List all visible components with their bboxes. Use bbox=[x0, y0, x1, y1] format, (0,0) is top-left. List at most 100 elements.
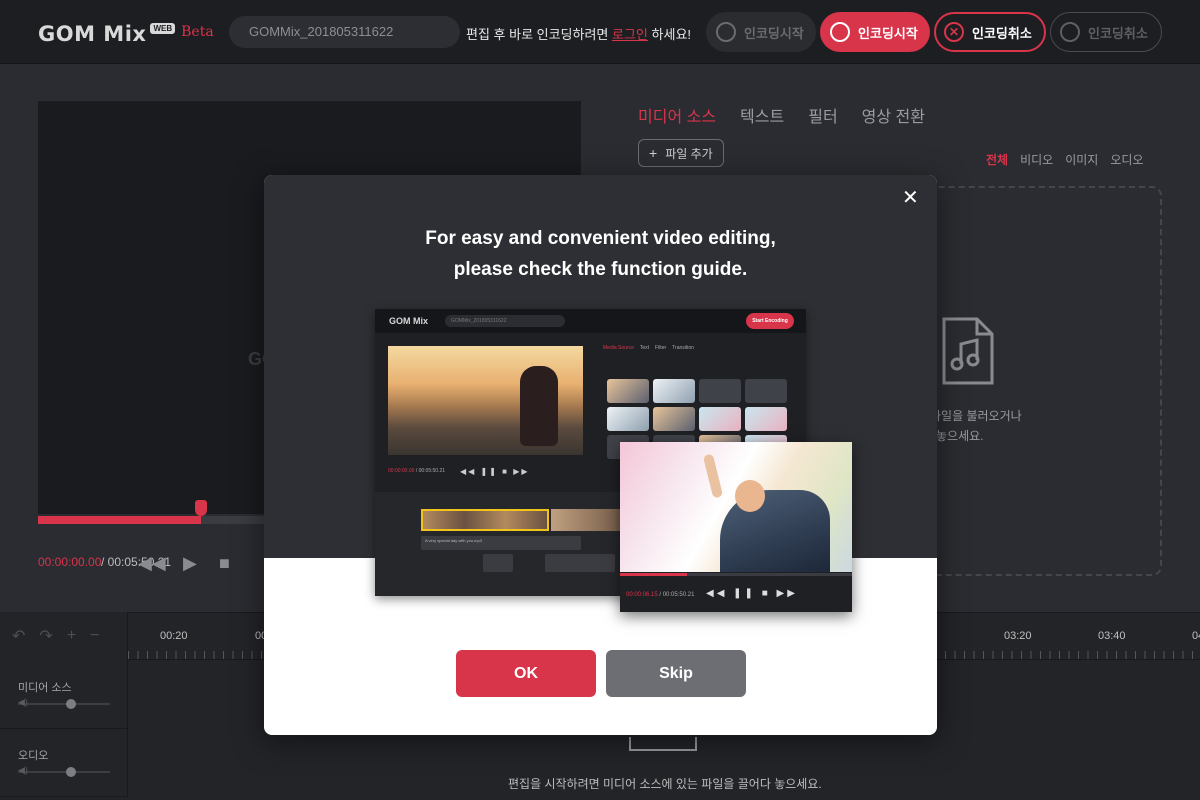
button-label: 인코딩취소 bbox=[972, 25, 1032, 41]
guide-thumb bbox=[607, 407, 649, 431]
guide-tab: Filter bbox=[655, 345, 667, 351]
app-logo[interactable]: GOM Mix WEB Beta bbox=[38, 22, 214, 46]
guide-zoomed-player: 00:00:06.15 / 00:05:50.21 ◀◀ ❚❚ ■ ▶▶ bbox=[620, 442, 852, 612]
login-suffix: 하세요! bbox=[647, 27, 692, 42]
guide-thumb bbox=[699, 407, 741, 431]
guide-time-current: 00:00:00.00 bbox=[388, 468, 415, 474]
guide-header: GOM Mix GOMMix_201805311622 Start Encodi… bbox=[375, 309, 806, 333]
guide-clip bbox=[551, 509, 631, 531]
zoom-out-icon[interactable]: − bbox=[90, 627, 99, 645]
cancel-encoding-button-disabled[interactable]: 인코딩취소 bbox=[1050, 12, 1162, 52]
guide-time-total: / 00:05:50.21 bbox=[415, 468, 446, 474]
preview-progress-handle[interactable] bbox=[194, 500, 207, 516]
filter-video[interactable]: 비디오 bbox=[1020, 151, 1053, 168]
skip-button[interactable]: Skip bbox=[606, 650, 746, 697]
guide-zoom-time-total: / 00:05:50.21 bbox=[659, 592, 695, 598]
film-reel-icon bbox=[830, 22, 850, 42]
timeline-hint: 편집을 시작하려면 미디어 소스에 있는 파일을 끌어다 놓으세요. bbox=[508, 777, 822, 791]
filter-all[interactable]: 전체 bbox=[986, 151, 1008, 168]
audio-file-icon bbox=[942, 317, 994, 385]
filter-audio[interactable]: 오디오 bbox=[1110, 151, 1143, 168]
track-volume-slider[interactable]: ◀) bbox=[18, 697, 110, 709]
guide-selected-clip bbox=[421, 509, 549, 531]
guide-encoding-button: Start Encoding bbox=[746, 313, 794, 329]
track-label: 미디어 소스 bbox=[18, 682, 72, 694]
guide-video-frame bbox=[388, 346, 583, 455]
button-label: 인코딩시작 bbox=[858, 25, 918, 41]
guide-kid-head bbox=[735, 480, 765, 512]
start-encoding-button[interactable]: 인코딩시작 bbox=[820, 12, 930, 52]
guide-tab: Transition bbox=[672, 345, 694, 351]
play-icon[interactable]: ▶ bbox=[183, 553, 197, 574]
redo-icon[interactable]: ↷ bbox=[39, 626, 52, 646]
modal-title-line2: please check the function guide. bbox=[453, 259, 748, 280]
film-reel-icon bbox=[1060, 22, 1080, 42]
ruler-tick: 03:20 bbox=[1004, 630, 1032, 642]
guide-thumb bbox=[653, 379, 695, 403]
guide-tabs: Media Source Text Filter Transition bbox=[603, 345, 700, 351]
track-audio: 오디오 ◀) bbox=[0, 729, 128, 797]
ruler-tick: 00:20 bbox=[160, 630, 188, 642]
guide-text-clip bbox=[545, 554, 615, 572]
guide-time: 00:00:00.00 / 00:05:50.21 bbox=[388, 468, 445, 474]
login-link[interactable]: 로그인 bbox=[612, 27, 648, 42]
guide-zoom-progress bbox=[620, 573, 852, 576]
modal-title-line1: For easy and convenient video editing, bbox=[425, 228, 776, 249]
stop-icon[interactable]: ■ bbox=[219, 553, 230, 574]
tab-transition[interactable]: 영상 전환 bbox=[862, 103, 925, 127]
guide-tab: Text bbox=[639, 345, 650, 351]
button-label: 인코딩취소 bbox=[1088, 25, 1148, 41]
guide-text-clip bbox=[483, 554, 513, 572]
guide-zoom-image bbox=[620, 442, 852, 572]
preview-progress-fill bbox=[38, 516, 201, 524]
ok-button[interactable]: OK bbox=[456, 650, 596, 697]
filter-image[interactable]: 이미지 bbox=[1065, 151, 1098, 168]
guide-logo: GOM Mix bbox=[389, 316, 429, 326]
timeline-toolbar: ↶ ↷ + − bbox=[0, 612, 128, 660]
guide-zoom-progress-fill bbox=[620, 573, 688, 576]
guide-project-name: GOMMix_201805311622 bbox=[445, 315, 565, 327]
track-label: 오디오 bbox=[18, 750, 49, 762]
tab-media-source[interactable]: 미디어 소스 bbox=[638, 103, 716, 127]
guide-zoom-controls: ◀◀ ❚❚ ■ ▶▶ bbox=[706, 588, 798, 599]
close-icon[interactable]: ✕ bbox=[902, 188, 919, 208]
drop-text-line2: 놓으세요. bbox=[936, 429, 984, 443]
guide-thumb bbox=[745, 379, 787, 403]
login-message: 편집 후 바로 인코딩하려면 로그인 하세요! bbox=[466, 24, 691, 43]
add-file-label: 파일 추가 bbox=[665, 147, 713, 161]
ruler-tick: 03:40 bbox=[1098, 630, 1126, 642]
close-circle-icon: ✕ bbox=[944, 22, 964, 42]
volume-knob[interactable] bbox=[66, 767, 76, 777]
cancel-encoding-button[interactable]: ✕ 인코딩취소 bbox=[934, 12, 1046, 52]
add-file-button[interactable]: + 파일 추가 bbox=[638, 139, 724, 167]
guide-thumb bbox=[653, 407, 695, 431]
undo-icon[interactable]: ↶ bbox=[12, 626, 25, 646]
function-guide-modal: ✕ For easy and convenient video editing,… bbox=[264, 175, 937, 735]
logo-text: GOM Mix bbox=[38, 22, 147, 46]
tab-text[interactable]: 텍스트 bbox=[740, 103, 784, 127]
button-label: 인코딩시작 bbox=[744, 25, 804, 41]
logo-web-badge: WEB bbox=[150, 23, 176, 34]
guide-zoom-time: 00:00:06.15 / 00:05:50.21 bbox=[626, 592, 694, 598]
rewind-icon[interactable]: ◀◀ bbox=[138, 553, 166, 574]
drop-zone-text: 파일을 불러오거나 놓으세요. bbox=[912, 406, 1132, 446]
track-media-source: 미디어 소스 ◀) bbox=[0, 661, 128, 729]
volume-knob[interactable] bbox=[66, 699, 76, 709]
guide-thumb bbox=[607, 379, 649, 403]
preview-time-current: 00:00:00.00 bbox=[38, 555, 102, 569]
media-tabs: 미디어 소스 텍스트 필터 영상 전환 bbox=[638, 103, 925, 127]
tab-filter[interactable]: 필터 bbox=[808, 103, 837, 127]
guide-zoom-time-current: 00:00:06.15 bbox=[626, 592, 658, 598]
plus-icon: + bbox=[649, 145, 658, 161]
logo-beta-label: Beta bbox=[181, 24, 214, 40]
guide-rider-figure bbox=[520, 366, 558, 446]
project-name-input[interactable]: GOMMix_201805311622 bbox=[229, 16, 460, 48]
app-header: GOM Mix WEB Beta GOMMix_201805311622 편집 … bbox=[0, 0, 1200, 64]
start-encoding-button-disabled[interactable]: 인코딩시작 bbox=[706, 12, 816, 52]
track-volume-slider[interactable]: ◀) bbox=[18, 765, 110, 777]
ruler-tick: 04 bbox=[1192, 630, 1200, 642]
media-filters: 전체 비디오 이미지 오디오 bbox=[986, 151, 1143, 168]
drop-here-icon bbox=[629, 737, 697, 751]
film-reel-icon bbox=[716, 22, 736, 42]
zoom-in-icon[interactable]: + bbox=[67, 627, 76, 645]
